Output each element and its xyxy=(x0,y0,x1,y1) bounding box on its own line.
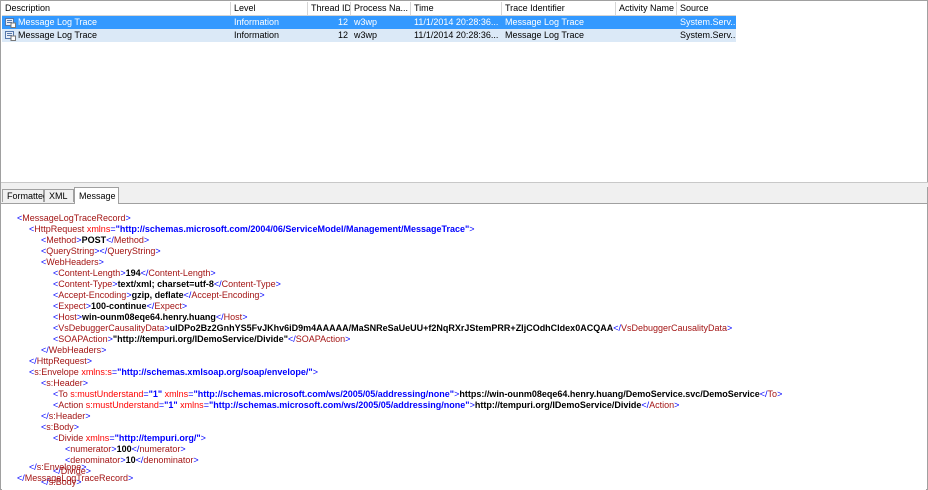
cell-source: System.Serv... xyxy=(680,17,736,27)
column-header-description[interactable]: Description xyxy=(2,2,231,15)
xml-line: <numerator>100</numerator> xyxy=(65,444,186,454)
xml-line: <Accept-Encoding>gzip, deflate</Accept-E… xyxy=(53,290,265,300)
xml-line: <MessageLogTraceRecord> xyxy=(17,213,131,223)
cell-process: w3wp xyxy=(354,30,378,40)
xml-line: <To s:mustUnderstand="1" xmlns="http://s… xyxy=(53,389,783,399)
cell-trace-identifier: Message Log Trace xyxy=(505,30,585,40)
cell-level: Information xyxy=(234,17,280,27)
column-header-activity-name[interactable]: Activity Name xyxy=(616,2,677,15)
xml-line: <Content-Length>194</Content-Length> xyxy=(53,268,216,278)
xml-line: <HttpRequest xmlns="http://schemas.micro… xyxy=(29,224,475,234)
tab-message[interactable]: Message xyxy=(74,187,119,204)
cell-activity-name xyxy=(616,29,677,42)
message-xml-view[interactable]: <MessageLogTraceRecord> <HttpRequest xml… xyxy=(2,204,926,490)
xml-line: <Divide xmlns="http://tempuri.org/"> xyxy=(53,433,206,443)
table-row[interactable]: Message Log Trace Information 12 w3wp 11… xyxy=(2,16,736,29)
trace-list-header: Description Level Thread ID Process Na..… xyxy=(2,2,736,16)
detail-tabs: Formatted XML Message xyxy=(1,187,927,204)
column-header-thread-id[interactable]: Thread ID xyxy=(308,2,351,15)
xml-line: <WebHeaders> xyxy=(41,257,104,267)
cell-thread-id: 12 xyxy=(337,30,348,40)
trace-viewer-window: Description Level Thread ID Process Na..… xyxy=(0,0,928,490)
column-header-source[interactable]: Source xyxy=(677,2,736,15)
cell-time: 11/1/2014 20:28:36... xyxy=(414,30,499,40)
cell-description: Message Log Trace xyxy=(18,30,98,40)
column-header-level[interactable]: Level xyxy=(231,2,308,15)
xml-line: <s:Body> xyxy=(41,422,80,432)
xml-line: </HttpRequest> xyxy=(29,356,93,366)
xml-line: </WebHeaders> xyxy=(41,345,107,355)
cell-thread-id: 12 xyxy=(337,17,348,27)
cell-description: Message Log Trace xyxy=(18,17,98,27)
cell-source: System.Serv... xyxy=(680,30,736,40)
xml-line: <Content-Type>text/xml; charset=utf-8</C… xyxy=(53,279,281,289)
column-header-time[interactable]: Time xyxy=(411,2,502,15)
cell-trace-identifier: Message Log Trace xyxy=(505,17,585,27)
xml-line: <Action s:mustUnderstand="1" xmlns="http… xyxy=(53,400,680,410)
xml-line: <Method>POST</Method> xyxy=(41,235,150,245)
xml-line: </MessageLogTraceRecord> xyxy=(17,473,134,483)
xml-line: <Expect>100-continue</Expect> xyxy=(53,301,188,311)
cell-level: Information xyxy=(234,30,280,40)
xml-line: </s:Envelope> xyxy=(29,462,87,472)
cell-activity-name xyxy=(616,16,677,29)
cell-time: 11/1/2014 20:28:36... xyxy=(414,17,499,27)
xml-line: </s:Header> xyxy=(41,411,91,421)
xml-line: <VsDebuggerCausalityData>uIDPo2Bz2GnhYS5… xyxy=(53,323,733,333)
tab-formatted[interactable]: Formatted xyxy=(2,189,48,202)
xml-line: <SOAPAction>"http://tempuri.org/IDemoSer… xyxy=(53,334,351,344)
column-header-trace-identifier[interactable]: Trace Identifier xyxy=(502,2,616,15)
table-row[interactable]: Message Log Trace Information 12 w3wp 11… xyxy=(2,29,736,42)
xml-line: <Host>win-ounm08eqe64.henry.huang</Host> xyxy=(53,312,248,322)
tab-xml[interactable]: XML xyxy=(44,189,74,202)
xml-line: <s:Header> xyxy=(41,378,89,388)
trace-list[interactable]: Description Level Thread ID Process Na..… xyxy=(2,2,926,182)
xml-line: <s:Envelope xmlns:s="http://schemas.xmls… xyxy=(29,367,318,377)
xml-line: <QueryString></QueryString> xyxy=(41,246,161,256)
column-header-process-name[interactable]: Process Na... xyxy=(351,2,411,15)
cell-process: w3wp xyxy=(354,17,378,27)
